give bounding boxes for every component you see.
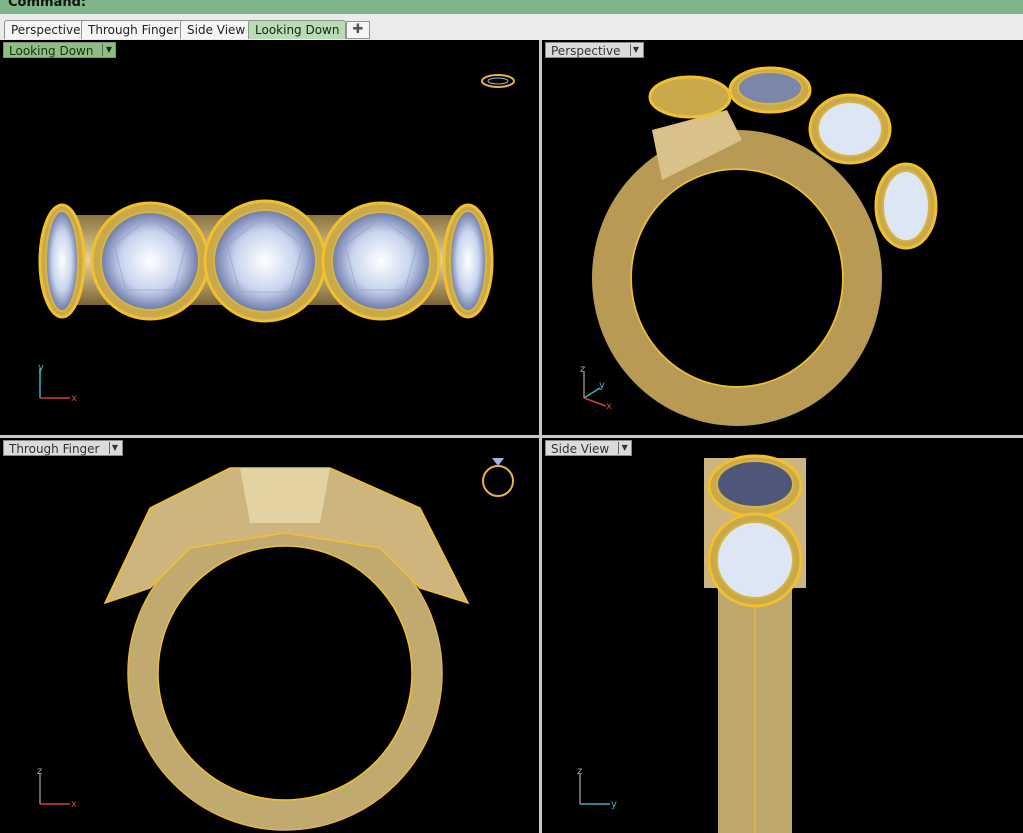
axis-label-z: z bbox=[577, 766, 582, 777]
tab-side-view[interactable]: Side View bbox=[180, 20, 253, 39]
tab-through-finger[interactable]: Through Finger bbox=[81, 20, 186, 39]
viewport-side-view[interactable]: Side View ▼ z y bbox=[542, 438, 1023, 833]
viewport-tab-strip: Perspective Through Finger Side View Loo… bbox=[0, 14, 1023, 41]
viewport-title-label: Perspective bbox=[551, 44, 621, 58]
viewport-splitter-horizontal[interactable] bbox=[0, 435, 1023, 438]
viewport-looking-down[interactable]: Looking Down ▼ y x bbox=[0, 40, 539, 435]
dropdown-arrow-icon[interactable]: ▼ bbox=[629, 44, 642, 56]
axis-label-z: z bbox=[37, 766, 42, 777]
dropdown-arrow-icon[interactable]: ▼ bbox=[618, 442, 630, 454]
viewport-title-through-finger[interactable]: Through Finger ▼ bbox=[3, 440, 123, 456]
viewport-title-looking-down[interactable]: Looking Down ▼ bbox=[3, 42, 117, 58]
orientation-thumbnail-icon bbox=[481, 74, 515, 88]
tab-perspective[interactable]: Perspective bbox=[4, 20, 88, 39]
dropdown-arrow-icon[interactable]: ▼ bbox=[108, 442, 121, 454]
command-bar[interactable]: Command: bbox=[0, 0, 1023, 15]
viewport-title-perspective[interactable]: Perspective ▼ bbox=[545, 42, 644, 58]
viewport-perspective[interactable]: Perspective ▼ z y x bbox=[542, 40, 1023, 435]
axis-label-y: y bbox=[611, 799, 617, 810]
axis-gizmo-icon: y x bbox=[38, 362, 77, 402]
viewport-through-finger[interactable]: Through Finger ▼ z x bbox=[0, 438, 539, 833]
axis-label-z: z bbox=[580, 364, 585, 375]
axis-gizmo-icon: z x bbox=[37, 766, 77, 810]
axis-gizmo-icon: z y x bbox=[580, 364, 612, 412]
viewport-title-side-view[interactable]: Side View ▼ bbox=[545, 440, 633, 456]
add-tab-button[interactable]: ✚ bbox=[346, 21, 370, 39]
viewport-title-label: Through Finger bbox=[9, 442, 100, 456]
axis-gizmo-icon: z y bbox=[577, 766, 617, 810]
axis-label-y: y bbox=[599, 380, 605, 391]
orientation-thumbnail-icon bbox=[482, 458, 514, 497]
plus-icon: ✚ bbox=[352, 22, 364, 37]
axis-label-y: y bbox=[38, 362, 44, 373]
command-label: Command: bbox=[8, 0, 87, 10]
axis-label-x: x bbox=[71, 393, 77, 402]
viewport-title-label: Side View bbox=[551, 442, 610, 456]
axis-label-x: x bbox=[606, 401, 612, 412]
axis-label-x: x bbox=[71, 799, 77, 810]
dropdown-arrow-icon[interactable]: ▼ bbox=[102, 44, 114, 56]
viewport-title-label: Looking Down bbox=[9, 44, 94, 58]
tab-looking-down[interactable]: Looking Down bbox=[248, 20, 347, 39]
